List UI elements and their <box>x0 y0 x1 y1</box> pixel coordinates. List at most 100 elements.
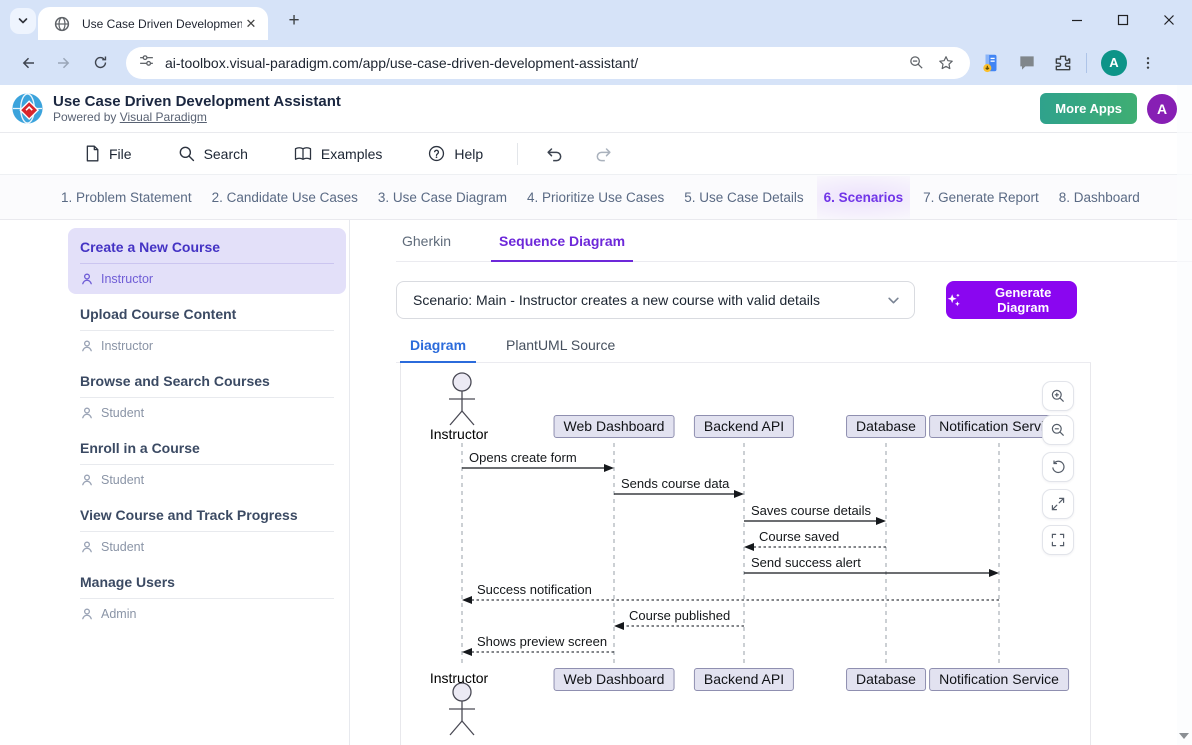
fullscreen-button[interactable] <box>1042 525 1074 555</box>
use-case-title: Enroll in a Course <box>80 440 334 456</box>
tab-sequence-diagram[interactable]: Sequence Diagram <box>497 225 627 261</box>
zoom-out-icon <box>1050 422 1066 438</box>
chevron-down-icon <box>17 15 29 27</box>
step-6[interactable]: 6. Scenarios <box>817 176 911 219</box>
step-5[interactable]: 5. Use Case Details <box>677 176 810 219</box>
page-scrollbar-track[interactable] <box>1177 85 1192 745</box>
more-apps-button[interactable]: More Apps <box>1040 93 1137 124</box>
participant-box: Backend API <box>694 415 794 438</box>
menubar-separator <box>517 143 518 165</box>
help-icon <box>428 145 445 162</box>
use-case-item-1[interactable]: Create a New CourseInstructor <box>68 228 346 294</box>
zoom-indicator-icon[interactable] <box>904 51 928 75</box>
person-icon <box>80 473 94 487</box>
new-tab-button[interactable]: + <box>282 9 306 33</box>
use-case-role: Student <box>101 540 144 554</box>
menu-item-file[interactable]: File <box>84 145 132 162</box>
step-2[interactable]: 2. Candidate Use Cases <box>205 176 365 219</box>
svg-text:Saves course details: Saves course details <box>751 503 871 518</box>
use-case-item-2[interactable]: Upload Course ContentInstructor <box>68 295 346 361</box>
tab-close-icon[interactable]: ✕ <box>242 15 260 33</box>
actor-figure <box>449 373 475 425</box>
participant-box: Web Dashboard <box>554 415 675 438</box>
tab-title: Use Case Driven Development A <box>82 17 242 31</box>
zoom-in-button[interactable] <box>1042 381 1074 411</box>
address-bar[interactable]: ai-toolbox.visual-paradigm.com/app/use-c… <box>126 47 970 79</box>
search-icon <box>178 145 195 162</box>
browser-menu-kebab-icon[interactable] <box>1133 48 1163 78</box>
step-1[interactable]: 1. Problem Statement <box>54 176 199 219</box>
participant-box: Database <box>846 415 926 438</box>
svg-text:Shows preview screen: Shows preview screen <box>477 634 607 649</box>
url-text[interactable]: ai-toolbox.visual-paradigm.com/app/use-c… <box>165 55 898 71</box>
divider <box>80 330 334 331</box>
step-8[interactable]: 8. Dashboard <box>1052 176 1147 219</box>
redo-icon[interactable] <box>594 145 614 163</box>
step-3[interactable]: 3. Use Case Diagram <box>371 176 514 219</box>
forward-icon[interactable] <box>48 47 80 79</box>
close-icon[interactable] <box>1146 0 1192 40</box>
menu-item-search[interactable]: Search <box>178 145 248 162</box>
menu-item-examples[interactable]: Examples <box>294 146 382 162</box>
browser-tab[interactable]: Use Case Driven Development A ✕ <box>38 7 268 40</box>
tab-search-button[interactable] <box>10 8 36 34</box>
window-controls <box>1054 0 1192 40</box>
participant-box: Web Dashboard <box>554 668 675 691</box>
powered-by-text: Powered by Visual Paradigm <box>53 110 341 124</box>
maximize-icon[interactable] <box>1100 0 1146 40</box>
svg-text:Success notification: Success notification <box>477 582 592 597</box>
tab-diagram[interactable]: Diagram <box>408 333 468 362</box>
use-case-title: Browse and Search Courses <box>80 373 334 389</box>
browser-profile-avatar[interactable]: A <box>1101 50 1127 76</box>
scroll-down-arrow[interactable] <box>1177 729 1191 743</box>
browser-toolbar: ai-toolbox.visual-paradigm.com/app/use-c… <box>0 40 1192 85</box>
divider <box>80 598 334 599</box>
reload-icon[interactable] <box>84 47 116 79</box>
generate-diagram-button[interactable]: Generate Diagram <box>946 281 1077 319</box>
extensions-puzzle-icon[interactable] <box>1048 48 1078 78</box>
menu-item-label: Examples <box>321 146 382 162</box>
participant-box: Database <box>846 668 926 691</box>
user-avatar[interactable]: A <box>1147 94 1177 124</box>
expand-icon <box>1050 496 1066 512</box>
use-case-item-5[interactable]: View Course and Track ProgressStudent <box>68 496 346 562</box>
app-title-block: Use Case Driven Development Assistant Po… <box>53 93 341 124</box>
sequence-diagram-canvas[interactable]: Opens create formSends course dataSaves … <box>400 363 1091 745</box>
zoom-out-button[interactable] <box>1042 415 1074 445</box>
menu-item-label: Search <box>204 146 248 162</box>
expand-button[interactable] <box>1042 489 1074 519</box>
menu-item-label: Help <box>454 146 483 162</box>
menu-item-help[interactable]: Help <box>428 145 483 162</box>
reset-zoom-button[interactable] <box>1042 452 1074 482</box>
back-icon[interactable] <box>12 47 44 79</box>
bookmark-star-icon[interactable] <box>934 51 958 75</box>
divider <box>80 263 334 264</box>
step-4[interactable]: 4. Prioritize Use Cases <box>520 176 671 219</box>
use-case-title: Upload Course Content <box>80 306 334 322</box>
step-7[interactable]: 7. Generate Report <box>916 176 1046 219</box>
tab-plantuml-source[interactable]: PlantUML Source <box>504 333 617 362</box>
use-case-item-6[interactable]: Manage UsersAdmin <box>68 563 346 629</box>
undo-icon[interactable] <box>544 145 564 163</box>
svg-text:Course published: Course published <box>629 608 730 623</box>
site-favicon-icon <box>50 12 74 36</box>
divider <box>80 531 334 532</box>
use-case-item-3[interactable]: Browse and Search CoursesStudent <box>68 362 346 428</box>
tab-gherkin[interactable]: Gherkin <box>400 225 453 261</box>
app-title: Use Case Driven Development Assistant <box>53 93 341 110</box>
comment-extension-icon[interactable] <box>1012 48 1042 78</box>
fullscreen-icon <box>1050 532 1066 548</box>
zoom-in-icon <box>1050 388 1066 404</box>
steps-nav: 1. Problem Statement2. Candidate Use Cas… <box>0 175 1192 220</box>
site-settings-icon[interactable] <box>138 52 155 74</box>
scenario-select[interactable]: Scenario: Main - Instructor creates a ne… <box>396 281 915 319</box>
participant-box: Notification Service <box>929 668 1069 691</box>
toolbar-separator <box>1086 53 1087 73</box>
visual-paradigm-link[interactable]: Visual Paradigm <box>120 110 207 124</box>
reading-list-extension-icon[interactable] <box>976 48 1006 78</box>
use-case-item-4[interactable]: Enroll in a CourseStudent <box>68 429 346 495</box>
use-case-role: Admin <box>101 607 136 621</box>
scenario-select-value: Scenario: Main - Instructor creates a ne… <box>413 292 887 308</box>
svg-text:Sends course data: Sends course data <box>621 476 730 491</box>
minimize-icon[interactable] <box>1054 0 1100 40</box>
